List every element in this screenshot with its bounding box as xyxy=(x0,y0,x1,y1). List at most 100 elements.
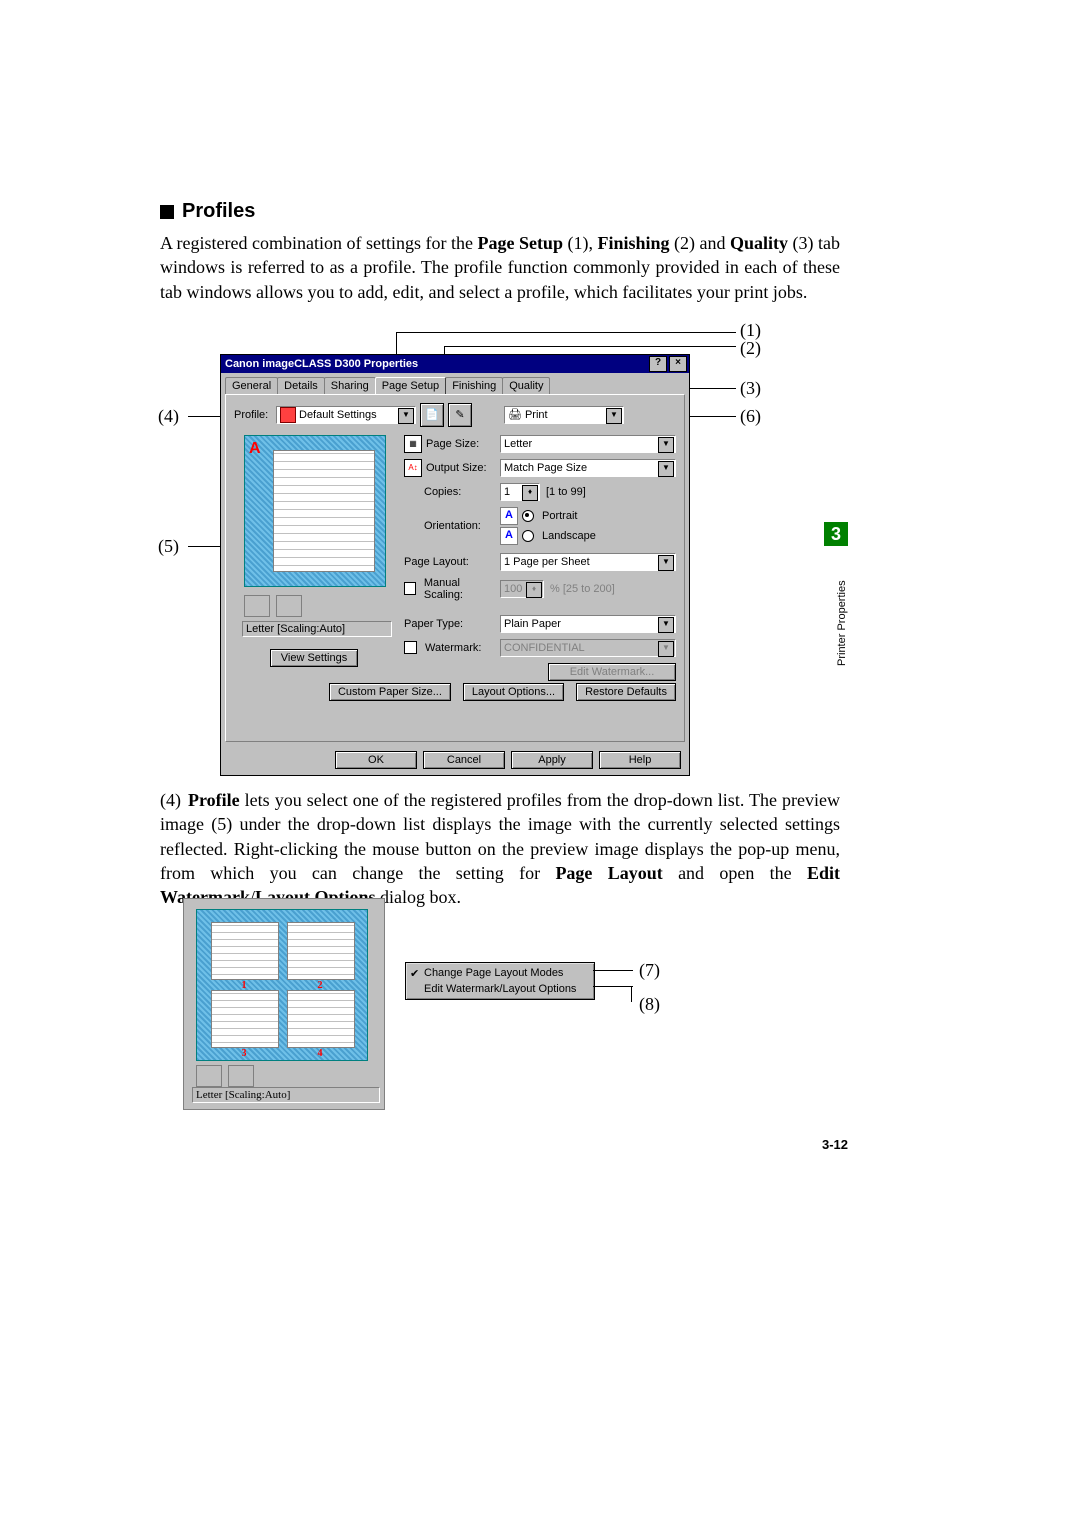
profile-combo[interactable]: Default Settings ▼ xyxy=(276,406,416,424)
page-layout-label: Page Layout: xyxy=(404,556,469,568)
chevron-down-icon[interactable]: ▼ xyxy=(658,437,674,453)
landscape-a-icon: A xyxy=(500,527,518,545)
bullet-square xyxy=(160,205,174,219)
watermark-combo: CONFIDENTIAL▼ xyxy=(500,639,676,657)
printer-icon: 🖨 xyxy=(508,408,522,421)
callout-4: (4) xyxy=(158,406,179,427)
quadrant-num-2: 2 xyxy=(287,980,353,991)
edit-profile-button[interactable]: ✎ xyxy=(448,403,472,427)
landscape-label: Landscape xyxy=(542,530,596,542)
landscape-radio[interactable] xyxy=(522,530,534,542)
apply-button[interactable]: Apply xyxy=(511,751,593,769)
preview-quadrant-2 xyxy=(287,922,355,980)
edit-watermark-button: Edit Watermark... xyxy=(548,663,676,681)
callout-3: (3) xyxy=(740,378,761,399)
callout-2: (2) xyxy=(740,338,761,359)
paper-type-label: Paper Type: xyxy=(404,618,463,630)
portrait-a-icon: A xyxy=(500,507,518,525)
page-size-label: Page Size: xyxy=(426,438,479,450)
preview-4up[interactable]: 1 2 3 4 xyxy=(196,909,368,1061)
preview-inner xyxy=(273,450,375,572)
tab-strip: General Details Sharing Page Setup Finis… xyxy=(221,373,689,394)
output-size-icon: A↕ xyxy=(404,459,422,477)
page-layout-combo[interactable]: 1 Page per Sheet▼ xyxy=(500,553,676,571)
close-button[interactable]: × xyxy=(669,356,687,372)
copies-range: [1 to 99] xyxy=(546,486,586,498)
layout-options-button[interactable]: Layout Options... xyxy=(463,683,564,701)
tab-body: Profile: Default Settings ▼ 📄 ✎ 🖨 Print … xyxy=(225,394,685,742)
dialog-title: Canon imageCLASS D300 Properties xyxy=(225,358,418,370)
tab-page-setup[interactable]: Page Setup xyxy=(375,377,447,394)
restore-defaults-button[interactable]: Restore Defaults xyxy=(576,683,676,701)
heading-text: Profiles xyxy=(182,200,255,222)
callout-7: (7) xyxy=(639,960,660,981)
spinner-buttons[interactable]: ♦ xyxy=(522,485,538,501)
scaling-spinner: 100♦ xyxy=(500,580,544,598)
scaling-range: % [25 to 200] xyxy=(550,583,615,595)
preview-orientation-a: A xyxy=(249,440,261,458)
menu-edit-watermark-layout[interactable]: Edit Watermark/Layout Options xyxy=(406,981,594,997)
page-size-icon: ▦ xyxy=(404,435,422,453)
copies-label: Copies: xyxy=(424,486,461,498)
intro-bold-page-setup: Page Setup xyxy=(477,233,563,253)
profile-value: Default Settings xyxy=(299,409,377,421)
spinner-buttons: ♦ xyxy=(526,582,542,598)
view-settings-button[interactable]: View Settings xyxy=(270,649,358,667)
page-size-combo[interactable]: Letter▼ xyxy=(500,435,676,453)
watermark-checkbox[interactable] xyxy=(404,641,417,654)
portrait-label: Portrait xyxy=(542,510,577,522)
preview-quadrant-3 xyxy=(211,990,279,1048)
tab-quality[interactable]: Quality xyxy=(502,377,550,394)
menu-change-page-layout[interactable]: ✔ Change Page Layout Modes xyxy=(406,965,594,981)
custom-paper-size-button[interactable]: Custom Paper Size... xyxy=(329,683,451,701)
quadrant-num-3: 3 xyxy=(211,1048,277,1059)
copies-spinner[interactable]: 1♦ xyxy=(500,483,540,501)
orientation-label: Orientation: xyxy=(424,520,481,532)
callout-6: (6) xyxy=(740,406,761,427)
output-size-label: Output Size: xyxy=(426,462,487,474)
tab-general[interactable]: General xyxy=(225,377,278,394)
tab-finishing[interactable]: Finishing xyxy=(445,377,503,394)
para4-number: (4) xyxy=(160,788,188,812)
intro-text: A registered combination of settings for… xyxy=(160,233,477,253)
chevron-down-icon[interactable]: ▼ xyxy=(658,617,674,633)
fig2-caption: Letter [Scaling:Auto] xyxy=(192,1087,380,1103)
chevron-down-icon[interactable]: ▼ xyxy=(658,555,674,571)
output-size-combo[interactable]: Match Page Size▼ xyxy=(500,459,676,477)
profile-label: Profile: xyxy=(234,409,272,421)
chevron-down-icon: ▼ xyxy=(658,641,674,657)
cancel-button[interactable]: Cancel xyxy=(423,751,505,769)
paragraph-4: (4)Profile lets you select one of the re… xyxy=(160,788,840,909)
portrait-radio[interactable] xyxy=(522,510,534,522)
ok-button[interactable]: OK xyxy=(335,751,417,769)
output-method-combo[interactable]: 🖨 Print ▼ xyxy=(504,406,624,424)
preview-box: 1 2 3 4 Letter [Scaling:Auto] xyxy=(183,898,385,1110)
chapter-label: Printer Properties xyxy=(836,556,848,666)
titlebar: Canon imageCLASS D300 Properties ? × xyxy=(221,355,689,373)
help-button[interactable]: ? xyxy=(649,356,667,372)
watermark-label: Watermark: xyxy=(425,642,481,654)
callout-5: (5) xyxy=(158,536,179,557)
properties-dialog: Canon imageCLASS D300 Properties ? × Gen… xyxy=(220,354,690,776)
tray-icon xyxy=(244,595,270,617)
chevron-down-icon[interactable]: ▼ xyxy=(398,408,414,424)
tab-details[interactable]: Details xyxy=(277,377,325,394)
tab-sharing[interactable]: Sharing xyxy=(324,377,376,394)
preview-quadrant-4 xyxy=(287,990,355,1048)
help-button-bottom[interactable]: Help xyxy=(599,751,681,769)
para4-profile-bold: Profile xyxy=(188,790,240,810)
intro-bold-quality: Quality xyxy=(730,233,788,253)
manual-scaling-checkbox[interactable] xyxy=(404,582,416,595)
chapter-tab: 3 xyxy=(824,522,848,546)
preview-quadrant-1 xyxy=(211,922,279,980)
preview-area[interactable]: A Letter [Scaling:Auto] View Settings xyxy=(234,435,394,635)
add-profile-button[interactable]: 📄 xyxy=(420,403,444,427)
manual-scaling-label: Manual Scaling: xyxy=(424,577,494,601)
check-icon: ✔ xyxy=(410,967,419,980)
chevron-down-icon[interactable]: ▼ xyxy=(606,408,622,424)
page-number: 3-12 xyxy=(822,1137,848,1152)
paper-type-combo[interactable]: Plain Paper▼ xyxy=(500,615,676,633)
intro-paragraph: A registered combination of settings for… xyxy=(160,231,840,304)
chevron-down-icon[interactable]: ▼ xyxy=(658,461,674,477)
output-tray-icon xyxy=(276,595,302,617)
